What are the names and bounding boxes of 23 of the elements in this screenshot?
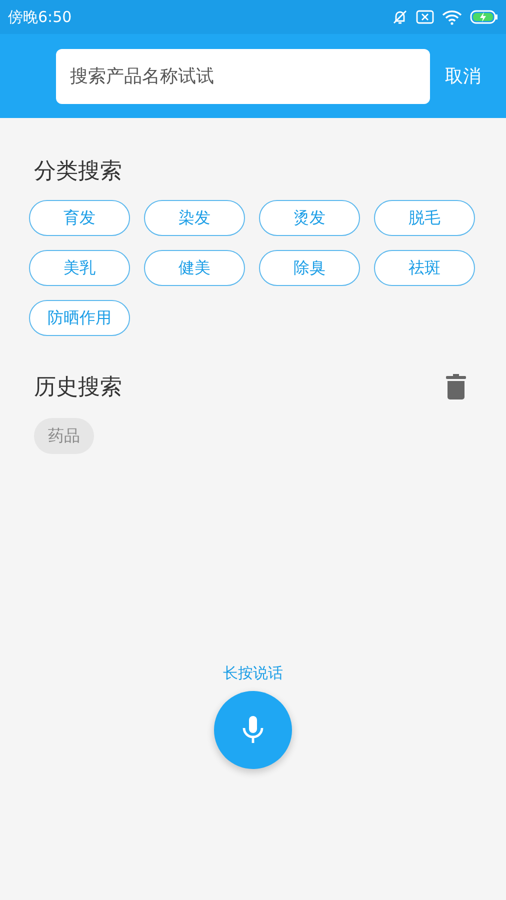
search-field[interactable]: 搜索产品名称试试 [56,48,430,104]
wifi-icon [442,9,462,25]
category-tag[interactable]: 脱毛 [374,200,475,236]
section-title: 分类搜索 [34,158,123,186]
category-tag[interactable]: 健美 [144,250,245,286]
trash-icon[interactable] [445,374,467,400]
category-tag[interactable]: 除臭 [259,250,360,286]
section-title: 历史搜索 [34,374,122,402]
bell-off-icon [392,9,408,25]
category-tag[interactable]: 烫发 [259,200,360,236]
category-tag[interactable]: 美乳 [29,250,130,286]
voice-hint: 长按说话 [223,664,283,683]
sim-off-icon [416,10,434,24]
microphone-icon [241,715,265,745]
status-time: 傍晚6:50 [8,8,72,26]
battery-charging-icon [470,10,498,24]
category-tag[interactable]: 祛斑 [374,250,475,286]
category-tag[interactable]: 育发 [29,200,130,236]
cancel-button[interactable]: 取消 [445,64,481,88]
microphone-button[interactable] [214,691,292,769]
category-tag[interactable]: 防晒作用 [29,300,130,336]
history-tag[interactable]: 药品 [34,418,94,454]
category-tag[interactable]: 染发 [144,200,245,236]
